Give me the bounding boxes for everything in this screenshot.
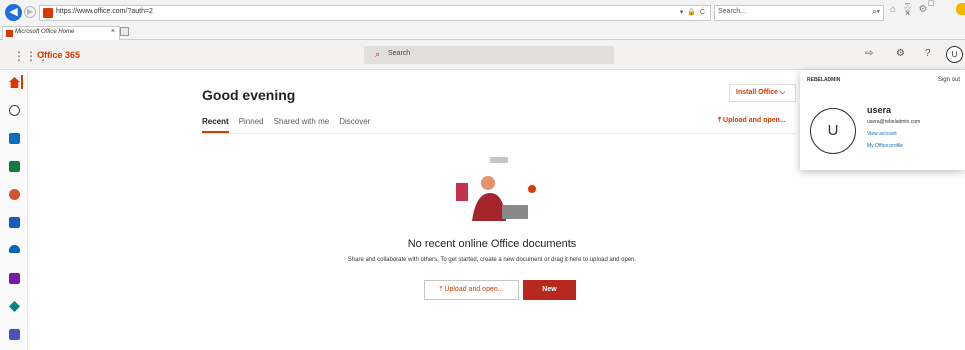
account-avatar[interactable]: U bbox=[810, 108, 856, 154]
view-account-link[interactable]: View account bbox=[867, 131, 897, 137]
document-tabs: Recent Pinned Shared with me Discover bbox=[202, 117, 370, 133]
window-controls[interactable]: – □ × bbox=[905, 0, 965, 18]
illus-head bbox=[481, 176, 495, 190]
sharepoint-icon[interactable] bbox=[9, 301, 20, 312]
address-bar[interactable]: https://www.office.com/?auth=2 ▾ 🔒 Ċ bbox=[39, 5, 711, 21]
search-icon[interactable]: ⌕▾ bbox=[872, 7, 880, 17]
home-icon[interactable] bbox=[9, 77, 20, 88]
tab-shared-with-me[interactable]: Shared with me bbox=[274, 117, 330, 133]
sign-out-link[interactable]: Sign out bbox=[938, 77, 960, 83]
tab-title: Microsoft Office Home bbox=[15, 29, 75, 35]
powerpoint-icon[interactable] bbox=[9, 189, 20, 200]
address-tools[interactable]: ▾ 🔒 Ċ bbox=[680, 8, 706, 16]
teams-icon[interactable] bbox=[9, 329, 20, 340]
install-office-button[interactable]: Install Office ⌵ bbox=[729, 84, 796, 102]
organization-name: REBELADMIN bbox=[807, 77, 841, 83]
new-document-button[interactable]: New bbox=[523, 280, 576, 300]
onedrive-icon[interactable] bbox=[9, 245, 20, 253]
suite-header: ⋮⋮⋮ Office 365 ⌕ Search ⇨ ⚙ ? U bbox=[0, 40, 965, 70]
tab-close-icon[interactable]: × bbox=[111, 28, 115, 35]
user-name: usera bbox=[867, 105, 892, 115]
empty-state-illustration bbox=[456, 157, 536, 221]
search-icon: ⌕ bbox=[375, 49, 381, 59]
forward-button[interactable]: ▶ bbox=[24, 6, 36, 18]
browser-search-placeholder: Search... bbox=[718, 8, 747, 15]
app-rail bbox=[0, 71, 28, 350]
back-button[interactable]: ◀ bbox=[5, 4, 22, 21]
tab-favicon-icon bbox=[6, 30, 13, 37]
tab-pinned[interactable]: Pinned bbox=[239, 117, 264, 133]
new-tab-button[interactable] bbox=[120, 27, 129, 36]
illus-body bbox=[472, 193, 506, 221]
search-label: Search bbox=[388, 50, 411, 57]
onenote-icon[interactable] bbox=[9, 273, 20, 284]
app-name[interactable]: Office 365 bbox=[37, 50, 80, 60]
tab-discover[interactable]: Discover bbox=[339, 117, 370, 133]
address-url: https://www.office.com/?auth=2 bbox=[56, 8, 153, 15]
search-box[interactable]: ⌕ Search bbox=[364, 46, 614, 64]
tabs-divider bbox=[202, 133, 796, 134]
browser-tab[interactable]: Microsoft Office Home × bbox=[2, 26, 120, 40]
browser-chrome: ◀ ▶ https://www.office.com/?auth=2 ▾ 🔒 Ċ… bbox=[0, 0, 965, 40]
outlook-icon[interactable] bbox=[9, 133, 20, 144]
greeting: Good evening bbox=[202, 87, 296, 103]
help-icon[interactable]: ? bbox=[925, 48, 931, 59]
browser-search-box[interactable]: Search... ⌕▾ bbox=[714, 5, 884, 21]
office-favicon-icon bbox=[43, 8, 53, 18]
rail-selection-indicator bbox=[21, 75, 23, 89]
illus-board bbox=[490, 157, 508, 163]
empty-state-description: Share and collaborate with others. To ge… bbox=[347, 257, 637, 263]
avatar[interactable]: U bbox=[946, 46, 963, 63]
upload-and-open-link[interactable]: ⤒ Upload and open... bbox=[718, 117, 786, 125]
account-card: REBELADMIN Sign out U usera usera@rebela… bbox=[800, 70, 965, 170]
my-office-profile-link[interactable]: My Office profile bbox=[867, 143, 903, 149]
user-email: usera@rebeladmin.com bbox=[867, 119, 921, 125]
excel-icon[interactable] bbox=[9, 161, 20, 172]
empty-state-title: No recent online Office documents bbox=[407, 238, 577, 250]
gear-icon[interactable]: ⚙ bbox=[896, 48, 905, 59]
create-icon[interactable] bbox=[9, 105, 20, 116]
word-icon[interactable] bbox=[9, 217, 20, 228]
illus-doc bbox=[456, 183, 468, 201]
illus-dot bbox=[528, 185, 536, 193]
illus-laptop bbox=[502, 205, 528, 219]
upload-and-open-button[interactable]: ⤒ Upload and open... bbox=[424, 280, 519, 300]
feedback-icon[interactable]: ⇨ bbox=[865, 48, 873, 59]
tab-recent[interactable]: Recent bbox=[202, 117, 229, 133]
